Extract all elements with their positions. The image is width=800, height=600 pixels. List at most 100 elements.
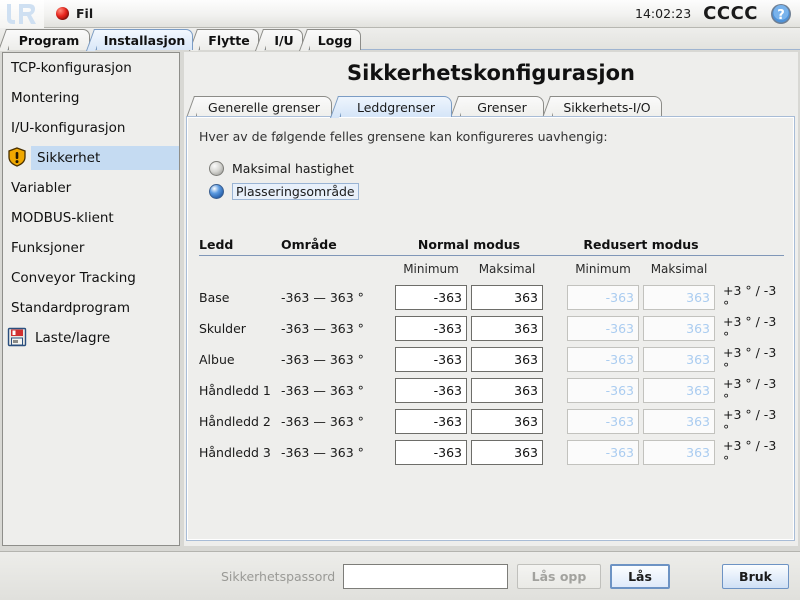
main-tab-installasjon[interactable]: Installasjon — [96, 29, 193, 50]
normal-min-input[interactable]: -363 — [395, 378, 467, 403]
radio-maksimal-hastighet[interactable]: Maksimal hastighet — [209, 161, 354, 176]
sidebar-item-standardprogram[interactable]: Standardprogram — [3, 293, 179, 323]
sidebar-item-conveyor-tracking[interactable]: Conveyor Tracking — [3, 263, 179, 293]
help-circle-icon[interactable]: ? — [770, 3, 792, 25]
sidebar-item-label: Sikkerhet — [31, 146, 179, 170]
content-area: Sikkerhetskonfigurasjon Generelle grense… — [184, 52, 798, 546]
joint-range: -363 — 363 ° — [281, 321, 364, 336]
safety-tab-leddgrenser[interactable]: Leddgrenser — [340, 96, 452, 117]
normal-max-input[interactable]: 363 — [471, 347, 543, 372]
sidebar-item-funksjoner[interactable]: Funksjoner — [3, 233, 179, 263]
subcol-normal-minimum: Minimum — [403, 262, 459, 276]
sidebar-item-i-u-konfigurasjon[interactable]: I/U-konfigurasjon — [3, 113, 179, 143]
col-header-reduced-mode: Redusert modus — [583, 237, 699, 252]
panel-description: Hver av de følgende felles grensene kan … — [199, 129, 608, 144]
robot-name: CCCC — [703, 3, 758, 24]
radio-plasseringsomrade[interactable]: Plasseringsområde — [209, 183, 359, 200]
radio-dot-icon — [209, 184, 224, 199]
reduced-max-input: 363 — [643, 285, 715, 310]
reduced-max-input: 363 — [643, 440, 715, 465]
main-tab-program[interactable]: Program — [8, 29, 90, 50]
sidebar-item-label: Conveyor Tracking — [11, 270, 136, 286]
normal-min-input[interactable]: -363 — [395, 347, 467, 372]
unlock-button[interactable]: Lås opp — [517, 564, 601, 589]
table-subheader-row: Minimum Maksimal Minimum Maksimal — [199, 256, 784, 282]
table-row: Albue -363 — 363 ° -363 363 -363 363 +3 ° / -3… — [199, 344, 784, 375]
safety-tab-bar: Generelle grenser Leddgrenser Grenser Sikke… — [190, 96, 794, 117]
sidebar-item-label: Standardprogram — [11, 300, 131, 316]
installation-sidebar: TCP-konfigurasjon Montering I/U-konfiguras… — [2, 52, 180, 546]
warning-shield-icon — [7, 147, 29, 169]
safety-tab-sikkerhets-i-o[interactable]: Sikkerhets-I/O — [552, 96, 662, 117]
normal-max-input[interactable]: 363 — [471, 409, 543, 434]
save-floppy-icon — [7, 327, 29, 349]
col-header-range: Område — [281, 237, 337, 252]
apply-button[interactable]: Bruk — [722, 564, 789, 589]
reduced-max-input: 363 — [643, 409, 715, 434]
reduced-max-input: 363 — [643, 347, 715, 372]
lock-button[interactable]: Lås — [610, 564, 670, 589]
normal-max-input[interactable]: 363 — [471, 285, 543, 310]
subcol-reduced-minimum: Minimum — [575, 262, 631, 276]
joint-range: -363 — 363 ° — [281, 414, 364, 429]
joint-range: -363 — 363 ° — [281, 445, 364, 460]
clock: 14:02:23 — [635, 6, 692, 21]
sidebar-item-label: TCP-konfigurasjon — [11, 60, 132, 76]
table-body: Base -363 — 363 ° -363 363 -363 363 +3 ° / -3 … — [199, 282, 784, 468]
sidebar-item-label: MODBUS-klient — [11, 210, 114, 226]
joint-name: Skulder — [199, 321, 246, 336]
main-tab-i-u[interactable]: I/U — [265, 29, 303, 50]
reduced-min-input: -363 — [567, 285, 639, 310]
safety-password-label: Sikkerhetspassord — [221, 569, 336, 584]
sidebar-item-label: Funksjoner — [11, 240, 85, 256]
joint-range: -363 — 363 ° — [281, 383, 364, 398]
sidebar-item-label: Variabler — [11, 180, 72, 196]
main-tab-logg[interactable]: Logg — [309, 29, 361, 50]
sidebar-item-variabler[interactable]: Variabler — [3, 173, 179, 203]
sidebar-item-sikkerhet[interactable]: Sikkerhet — [3, 143, 179, 173]
joint-limits-table: Ledd Område Normal modus Redusert modus … — [199, 237, 784, 468]
joint-name: Base — [199, 290, 230, 305]
sidebar-item-tcp-konfigurasjon[interactable]: TCP-konfigurasjon — [3, 53, 179, 83]
reduced-min-input: -363 — [567, 316, 639, 341]
safety-tab-generelle-grenser[interactable]: Generelle grenser — [196, 96, 332, 117]
reduced-min-input: -363 — [567, 378, 639, 403]
joint-range: -363 — 363 ° — [281, 352, 364, 367]
normal-min-input[interactable]: -363 — [395, 440, 467, 465]
normal-max-input[interactable]: 363 — [471, 316, 543, 341]
subcol-reduced-maksimal: Maksimal — [650, 262, 708, 276]
svg-text:?: ? — [777, 8, 785, 23]
reduced-min-input: -363 — [567, 440, 639, 465]
radio-label: Plasseringsområde — [232, 183, 359, 200]
bottom-action-bar: Sikkerhetspassord Lås opp Lås Bruk — [0, 551, 800, 600]
sidebar-item-montering[interactable]: Montering — [3, 83, 179, 113]
normal-max-input[interactable]: 363 — [471, 378, 543, 403]
radio-label: Maksimal hastighet — [232, 161, 354, 176]
normal-min-input[interactable]: -363 — [395, 285, 467, 310]
tolerance-label: +3 ° / -3 ° — [723, 344, 777, 375]
safety-tab-grenser[interactable]: Grenser — [460, 96, 544, 117]
joint-name: Håndledd 1 — [199, 383, 271, 398]
top-header-bar: Fil 14:02:23 CCCC ? — [0, 0, 800, 28]
normal-min-input[interactable]: -363 — [395, 316, 467, 341]
table-header-row: Ledd Område Normal modus Redusert modus — [199, 237, 784, 256]
main-tab-flytte[interactable]: Flytte — [199, 29, 259, 50]
sidebar-item-laste-lagre[interactable]: Laste/lagre — [3, 323, 179, 353]
tolerance-label: +3 ° / -3 ° — [723, 375, 777, 406]
col-header-joint: Ledd — [199, 237, 234, 252]
safety-password-input[interactable] — [343, 564, 508, 589]
joint-name: Håndledd 3 — [199, 445, 271, 460]
normal-max-input[interactable]: 363 — [471, 440, 543, 465]
joint-name: Håndledd 2 — [199, 414, 271, 429]
sidebar-item-label: I/U-konfigurasjon — [11, 120, 126, 136]
normal-min-input[interactable]: -363 — [395, 409, 467, 434]
reduced-min-input: -363 — [567, 347, 639, 372]
topbar-right-group: 14:02:23 CCCC ? — [635, 3, 800, 25]
joint-limits-panel: Hver av de følgende felles grensene kan … — [186, 116, 795, 541]
reduced-max-input: 363 — [643, 378, 715, 403]
tolerance-label: +3 ° / -3 ° — [723, 406, 777, 437]
table-row: Håndledd 3 -363 — 363 ° -363 363 -363 363 +3 °… — [199, 437, 784, 468]
sidebar-item-modbus-klient[interactable]: MODBUS-klient — [3, 203, 179, 233]
main-tab-bar: Program Installasjon Flytte I/U Logg — [0, 28, 800, 50]
file-menu[interactable]: Fil — [50, 4, 99, 23]
